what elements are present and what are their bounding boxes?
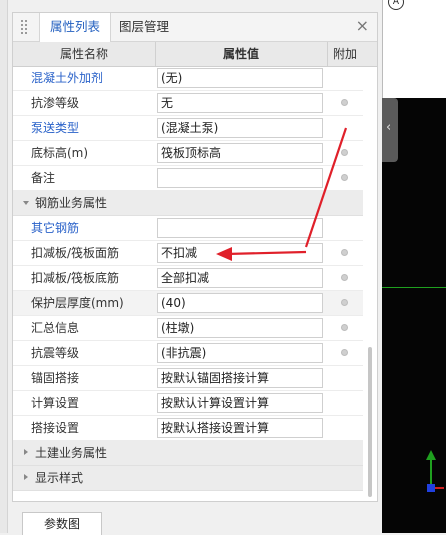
annotation-arrow: [216, 127, 348, 261]
